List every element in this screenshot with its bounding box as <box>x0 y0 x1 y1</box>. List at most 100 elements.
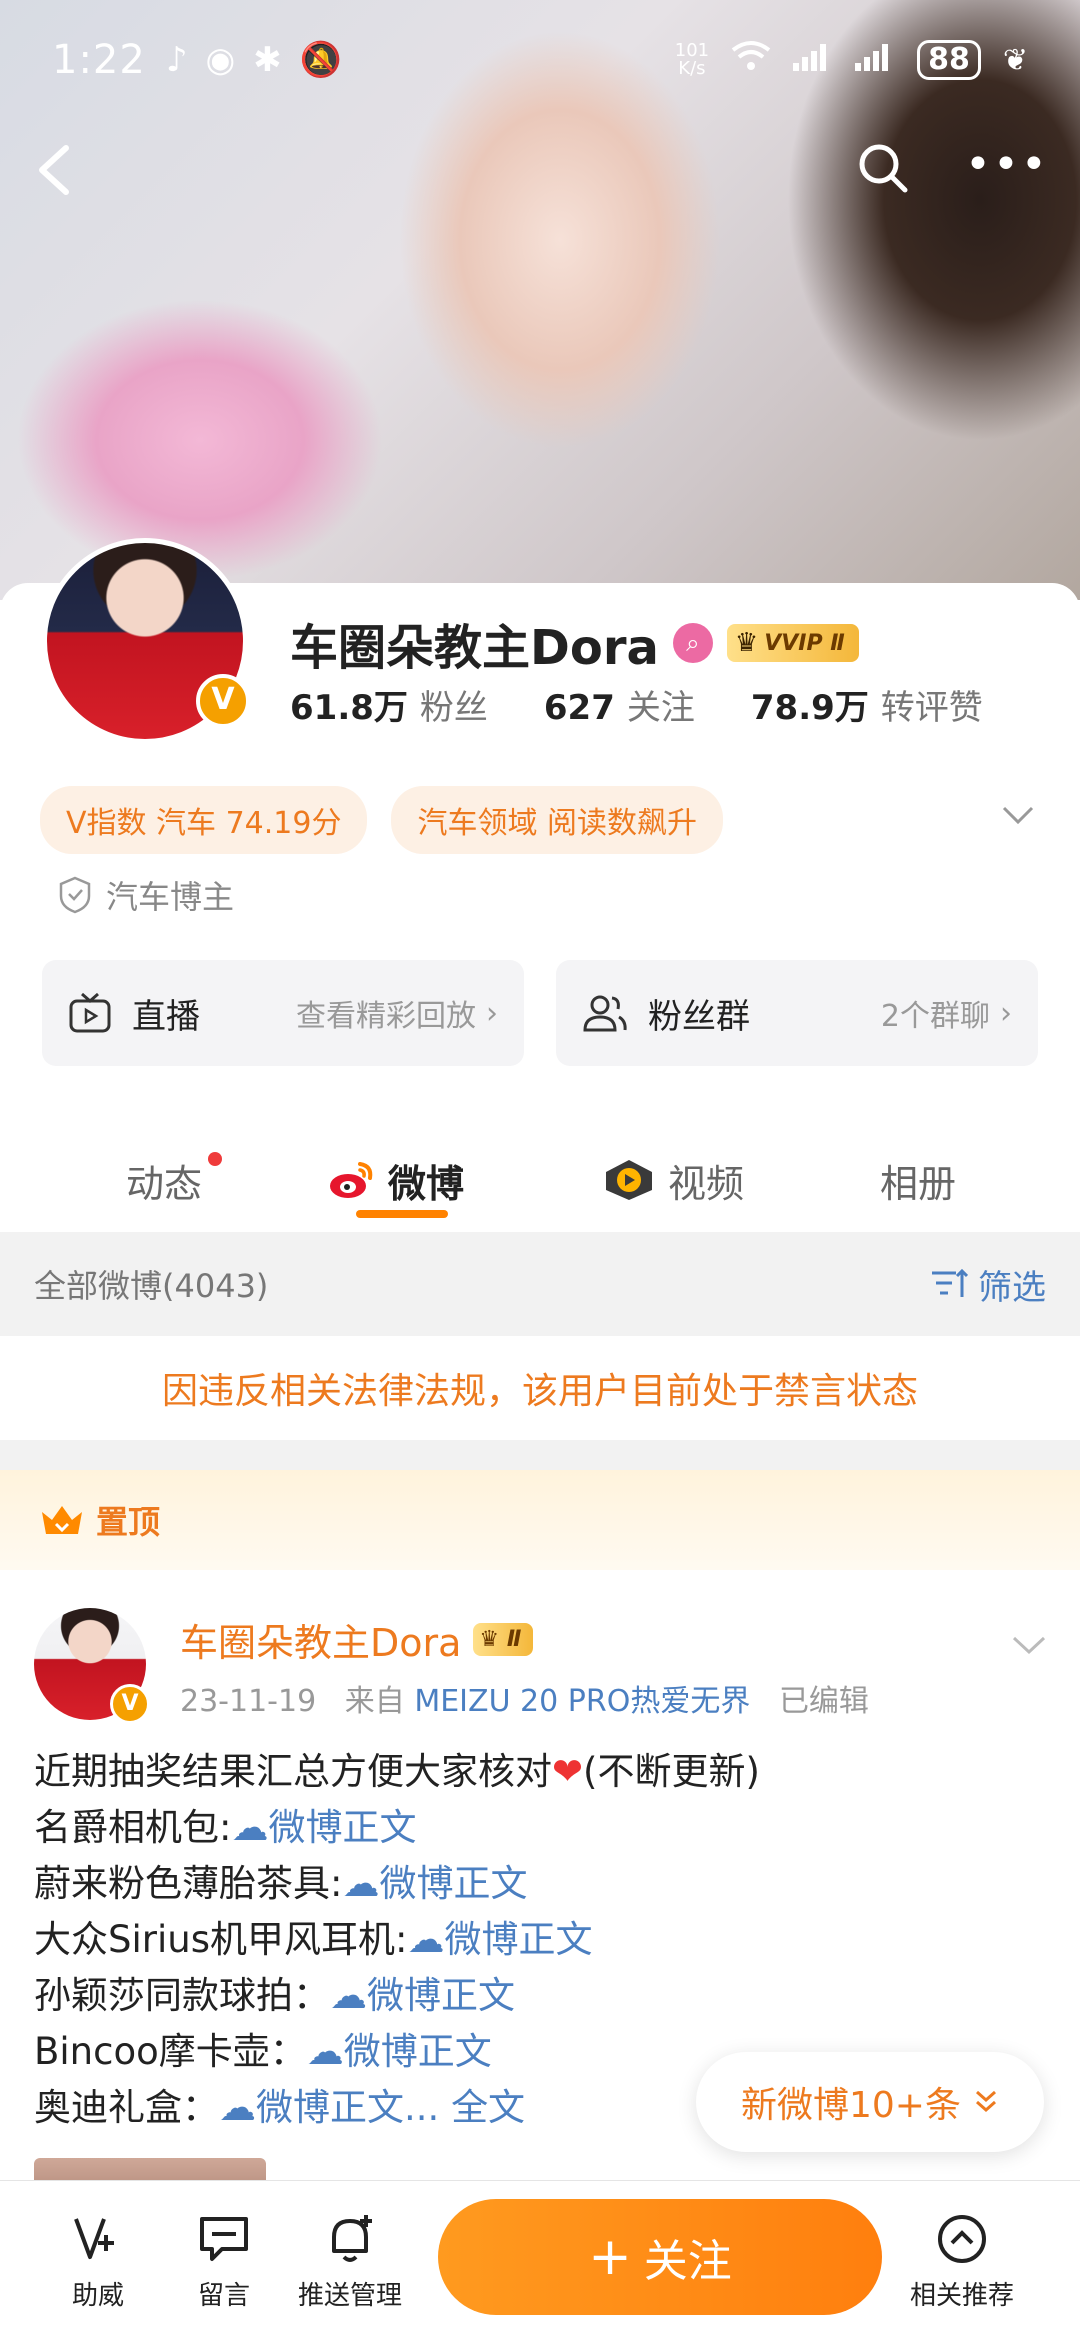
post-text: 蔚来粉色薄胎茶具: <box>34 1862 343 1905</box>
message-button[interactable]: 留言 <box>164 2211 284 2312</box>
stat-followers[interactable]: 61.8万 粉丝 <box>290 680 488 729</box>
link-text: 微博正文 <box>268 1806 417 1849</box>
wifi-icon <box>731 40 771 80</box>
fan-group-title: 粉丝群 <box>648 996 750 1037</box>
weibo-link[interactable]: ☁微博正文 <box>231 1806 416 1849</box>
profile-stats: 61.8万 粉丝 627 关注 78.9万 转评赞 <box>290 680 983 729</box>
cheer-button[interactable]: 助威 <box>38 2211 158 2312</box>
pinned-header: 置顶 <box>0 1470 1080 1570</box>
more-button[interactable]: ••• <box>965 143 1047 190</box>
link-text: 微博正文... <box>256 2086 440 2129</box>
post-line: 孙颖莎同款球拍：☁微博正文 <box>34 1968 760 2024</box>
related-recommend-button[interactable]: 相关推荐 <box>902 2211 1022 2312</box>
bottom-action-bar: 助威 留言 推送管理 + 关注 相关推荐 <box>0 2180 1080 2331</box>
post-edited[interactable]: 已编辑 <box>779 1684 869 1719</box>
weibo-link[interactable]: ☁微博正文 <box>307 2030 492 2073</box>
weibo-link[interactable]: ☁微博正文 <box>330 1974 515 2017</box>
post-text: Bincoo摩卡壶： <box>34 2030 307 2073</box>
post-total: 全部微博(4043) <box>34 1267 269 1305</box>
tab-label: 视频 <box>668 1161 745 1206</box>
post-meta: 23-11-19 来自 MEIZU 20 PRO热爱无界 已编辑 <box>180 1676 869 1720</box>
link-text: 微博正文 <box>444 1918 593 1961</box>
search-button[interactable] <box>855 140 911 196</box>
cheer-icon <box>74 2218 114 2259</box>
live-title: 直播 <box>132 996 200 1037</box>
battery-indicator: 88 <box>917 40 981 80</box>
new-posts-label: 新微博10+条 <box>741 2085 961 2126</box>
leaf-icon: ❦ <box>1002 42 1028 78</box>
eye-icon: ◉ <box>205 40 236 80</box>
vvip-badge[interactable]: ♛ VVIP Ⅱ <box>726 624 859 662</box>
comment-icon <box>200 2217 248 2261</box>
expand-tags-button[interactable] <box>1000 800 1036 828</box>
link-icon: ☁ <box>306 2030 344 2073</box>
live-subtitle: 查看精彩回放 <box>296 999 476 1034</box>
profile-tabs: 动态 微博 视频 相册 <box>0 1130 1080 1230</box>
post-text: (不断更新) <box>583 1750 760 1793</box>
profile-name[interactable]: 车圈朵教主Dora <box>290 608 659 678</box>
tab-label: 微博 <box>388 1161 465 1206</box>
certification-row: 汽车博主 <box>58 872 234 918</box>
link-icon: ☁ <box>219 2086 256 2129</box>
fan-group-subtitle: 2个群聊 <box>880 999 990 1034</box>
double-chevron-down-icon <box>975 2090 996 2113</box>
link-text: 微博正文 <box>343 2030 492 2073</box>
weibo-logo-icon <box>330 1162 373 1198</box>
stat-label: 转评赞 <box>880 688 983 728</box>
video-icon <box>606 1160 652 1200</box>
stat-label: 关注 <box>626 688 695 728</box>
new-posts-button[interactable]: 新微博10+条 <box>696 2052 1044 2152</box>
push-settings-label: 推送管理 <box>297 2281 402 2311</box>
link-icon: ☁ <box>407 1918 445 1961</box>
link-icon: ☁ <box>231 1806 269 1849</box>
post-author-name[interactable]: 车圈朵教主Dora <box>180 1612 461 1667</box>
tab-video[interactable]: 视频 <box>602 1153 744 1208</box>
weibo-link[interactable]: ☁微博正文 <box>342 1862 527 1905</box>
cheer-label: 助威 <box>71 2281 124 2311</box>
post-text: 名爵相机包: <box>34 1806 232 1849</box>
live-entry[interactable]: 直播 查看精彩回放 › <box>42 960 524 1066</box>
link-icon: ☁ <box>330 1974 367 2017</box>
weibo-link[interactable]: ☁微博正文... <box>219 2086 439 2129</box>
bell-plus-icon <box>332 2215 372 2262</box>
tag-v-index[interactable]: V指数 汽车 74.19分 <box>40 786 368 854</box>
back-arrow-icon <box>39 145 69 195</box>
crown-icon: ♛ <box>734 628 759 658</box>
stat-interactions[interactable]: 78.9万 转评赞 <box>751 680 983 729</box>
chevron-up-circle-icon <box>938 2215 986 2263</box>
tag-read-surge[interactable]: 汽车领域 阅读数飙升 <box>391 786 724 854</box>
tab-album[interactable]: 相册 <box>880 1153 956 1208</box>
stat-following[interactable]: 627 关注 <box>544 680 695 729</box>
back-button[interactable] <box>30 140 80 200</box>
vvip-label: VVIP Ⅱ <box>764 630 845 656</box>
signal-icon-1 <box>793 41 833 79</box>
weibo-link[interactable]: ☁微博正文 <box>407 1918 592 1961</box>
related-recommend-label: 相关推荐 <box>909 2281 1014 2311</box>
status-right-icons: 101 K/s 88 ❦ <box>675 40 1028 80</box>
stat-num: 61.8万 <box>290 688 408 728</box>
post-menu-button[interactable] <box>1010 1630 1048 1658</box>
filter-button[interactable]: 筛选 <box>930 1260 1046 1309</box>
verified-badge: V <box>196 674 250 728</box>
super-topic-icon[interactable]: ⌕ <box>672 623 713 663</box>
post-vip-label: Ⅱ <box>506 1627 522 1652</box>
tab-weibo[interactable]: 微博 <box>328 1153 464 1208</box>
post-source[interactable]: MEIZU 20 PRO热爱无界 <box>414 1684 750 1719</box>
post-date: 23-11-19 <box>180 1684 317 1719</box>
push-settings-button[interactable]: 推送管理 <box>290 2211 410 2312</box>
full-text-link[interactable]: 全文 <box>451 2086 525 2129</box>
post-line: 大众Sirius机甲风耳机:☁微博正文 <box>34 1912 760 1968</box>
post-vip-badge[interactable]: ♛ Ⅱ <box>473 1623 534 1656</box>
message-label: 留言 <box>197 2281 250 2311</box>
filter-label: 筛选 <box>978 1267 1046 1308</box>
profile-tags: V指数 汽车 74.19分 汽车领域 阅读数飙升 <box>40 786 724 854</box>
post-body[interactable]: 近期抽奖结果汇总方便大家核对❤(不断更新) 名爵相机包:☁微博正文 蔚来粉色薄胎… <box>34 1744 760 2136</box>
chevron-right-icon: › <box>1000 995 1012 1031</box>
group-icon <box>583 995 627 1032</box>
follow-button[interactable]: + 关注 <box>438 2199 882 2315</box>
post-text: 奥迪礼盒： <box>34 2086 219 2129</box>
fan-group-entry[interactable]: 粉丝群 2个群聊 › <box>556 960 1038 1066</box>
signal-icon-2 <box>855 41 895 79</box>
tab-activity[interactable]: 动态 <box>126 1153 202 1208</box>
speed-unit: K/s <box>678 58 706 79</box>
